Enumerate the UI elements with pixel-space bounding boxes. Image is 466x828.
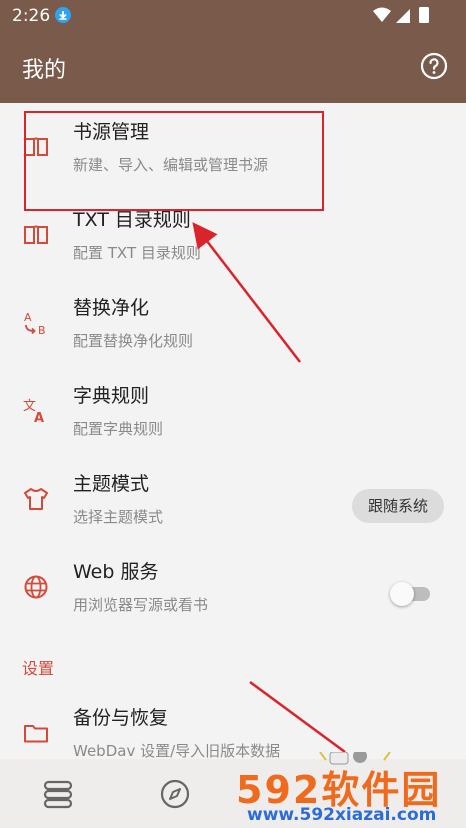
arrow-to-book-sources — [192, 222, 301, 363]
compass-icon[interactable] — [158, 777, 192, 811]
arrow-bottom — [249, 680, 346, 754]
annotation-arrows — [192, 222, 346, 754]
watermark-url: www.592xiazai.com — [247, 805, 437, 825]
bookshelf-icon[interactable] — [41, 777, 75, 811]
